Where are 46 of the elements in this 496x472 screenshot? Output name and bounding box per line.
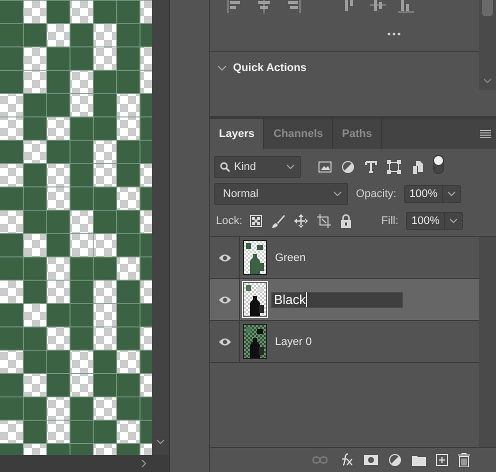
fill-field[interactable]: 100% [406, 212, 463, 230]
fill-label: Fill: [381, 215, 398, 227]
eye-icon[interactable] [218, 294, 232, 304]
section-title[interactable]: Quick Actions [233, 62, 307, 74]
image-filter-icon[interactable] [318, 160, 332, 174]
adjustment-filter-icon[interactable] [341, 160, 355, 174]
opacity-field[interactable]: 100% [404, 185, 460, 203]
filter-value[interactable]: Kind [234, 161, 256, 173]
panel-tab[interactable]: Layers [210, 119, 264, 149]
filter-toggle[interactable] [433, 154, 444, 174]
chevron-down-icon[interactable] [448, 218, 458, 224]
layer-name[interactable]: Layer 0 [275, 336, 312, 348]
mask-icon[interactable] [364, 455, 378, 465]
scroll-right-icon[interactable] [141, 459, 147, 468]
lock-label: Lock: [216, 215, 242, 227]
folder-icon[interactable] [412, 454, 426, 466]
align-center-icon [255, 0, 273, 15]
shape-filter-icon[interactable] [387, 160, 401, 174]
eye-icon[interactable] [218, 252, 232, 262]
trash-icon[interactable] [458, 453, 470, 467]
new-layer-icon[interactable] [436, 454, 448, 466]
smart-object-filter-icon[interactable] [410, 160, 424, 174]
layer-name-field[interactable]: Black [271, 292, 403, 308]
chevron-down-icon[interactable] [286, 164, 295, 170]
lock-icon[interactable] [340, 214, 352, 228]
move-icon[interactable] [294, 214, 308, 228]
eye-icon[interactable] [218, 336, 232, 346]
opacity-label: Opacity: [356, 188, 396, 200]
search-icon [220, 162, 230, 172]
artboard-icon[interactable] [317, 214, 332, 228]
scroll-down-icon[interactable] [483, 78, 492, 84]
align-bottom-icon [397, 0, 415, 15]
blend-mode-value[interactable]: Normal [220, 188, 258, 200]
scrollbar-thumb[interactable] [482, 0, 493, 16]
type-filter-icon[interactable] [364, 160, 378, 174]
scroll-down-icon[interactable] [156, 439, 165, 445]
menu-icon[interactable] [480, 130, 491, 138]
brush-icon[interactable] [271, 214, 286, 228]
scrollbar-track[interactable] [479, 237, 496, 447]
adjustment-layer-icon[interactable] [388, 453, 402, 467]
layer-name[interactable]: Green [275, 252, 306, 264]
chevron-icon[interactable] [217, 65, 227, 71]
chevron-down-icon[interactable] [333, 191, 342, 197]
more-icon[interactable] [387, 32, 401, 36]
lock-pixels-icon[interactable] [250, 215, 262, 227]
chevron-down-icon[interactable] [446, 191, 456, 197]
